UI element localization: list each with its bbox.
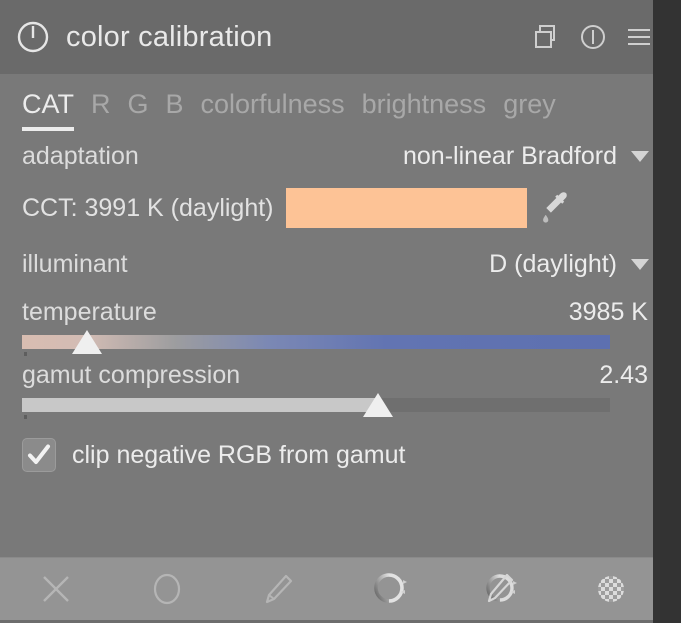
illuminant-combobox[interactable]: illuminant D (daylight)	[22, 242, 649, 286]
gamut-compression-tick	[24, 415, 27, 419]
cct-row: CCT: 3991 K (daylight)	[22, 186, 649, 230]
module-header: color calibration	[0, 0, 667, 74]
module-body: adaptation non-linear Bradford CCT: 3991…	[0, 134, 667, 476]
color-calibration-module: color calibration CAT R G B colorfulness…	[0, 0, 667, 623]
power-icon[interactable]	[16, 20, 50, 54]
temperature-label: temperature	[22, 298, 157, 326]
gamut-compression-track[interactable]	[22, 393, 610, 419]
tab-grey[interactable]: grey	[503, 89, 556, 122]
temperature-slider-header: temperature 3985 K	[22, 298, 649, 327]
gamut-compression-label: gamut compression	[22, 361, 241, 389]
eyedropper-icon[interactable]	[537, 188, 573, 228]
uniform-mask-icon	[153, 573, 180, 605]
cct-label: CCT: 3991 K (daylight)	[22, 193, 274, 222]
page-title: color calibration	[66, 20, 273, 53]
gamut-track-fill	[22, 398, 378, 412]
illuminant-label: illuminant	[22, 249, 128, 278]
temperature-handle[interactable]	[71, 330, 102, 354]
illuminant-color-swatch[interactable]	[285, 188, 527, 228]
tab-bar: CAT R G B colorfulness brightness grey	[0, 74, 667, 131]
raster-mask-button[interactable]	[556, 558, 667, 620]
gamut-compression-value: 2.43	[599, 361, 648, 389]
chevron-down-icon	[631, 150, 649, 162]
adaptation-value: non-linear Bradford	[402, 141, 617, 170]
tab-brightness[interactable]: brightness	[362, 89, 487, 122]
gamut-compression-handle[interactable]	[362, 393, 393, 417]
presets-menu-icon[interactable]	[625, 23, 653, 51]
clip-negative-rgb-checkbox[interactable]	[22, 438, 56, 472]
panel-right-edge	[653, 0, 667, 623]
parametric-mask-icon	[374, 573, 408, 603]
drawn-mask-icon	[265, 574, 293, 604]
mask-toolbar	[0, 557, 667, 623]
raster-mask-icon	[598, 576, 625, 602]
adaptation-combobox[interactable]: adaptation non-linear Bradford	[22, 134, 649, 178]
check-icon	[28, 444, 50, 464]
temperature-slider[interactable]: temperature 3985 K	[22, 298, 649, 356]
gamut-compression-slider-header: gamut compression 2.43	[22, 361, 649, 390]
uniform-mask-button[interactable]	[111, 558, 222, 620]
tab-cat[interactable]: CAT	[22, 89, 74, 131]
drawn-and-parametric-mask-button[interactable]	[445, 558, 556, 620]
multi-instance-icon[interactable]	[533, 23, 561, 51]
illuminant-value: D (daylight)	[489, 249, 617, 278]
drawn-mask-button[interactable]	[222, 558, 333, 620]
mask-off-button[interactable]	[0, 558, 111, 620]
reset-icon[interactable]	[579, 23, 607, 51]
temperature-track[interactable]	[22, 330, 610, 356]
temperature-gradient	[22, 335, 610, 349]
clip-negative-rgb-label: clip negative RGB from gamut	[72, 440, 406, 469]
tab-g[interactable]: G	[128, 89, 149, 122]
tab-colorfulness[interactable]: colorfulness	[201, 89, 345, 122]
drawn-and-parametric-mask-icon	[486, 573, 518, 603]
temperature-value: 3985 K	[568, 298, 648, 326]
adaptation-label: adaptation	[22, 141, 139, 170]
mask-off-icon	[42, 576, 69, 602]
gamut-compression-slider[interactable]: gamut compression 2.43	[22, 361, 649, 419]
tab-b[interactable]: B	[166, 89, 184, 122]
tab-r[interactable]: R	[91, 89, 111, 122]
header-icon-group	[533, 23, 653, 51]
clip-negative-rgb-row[interactable]: clip negative RGB from gamut	[22, 434, 649, 476]
temperature-tick	[24, 352, 27, 356]
parametric-mask-button[interactable]	[334, 558, 445, 620]
chevron-down-icon	[631, 258, 649, 270]
